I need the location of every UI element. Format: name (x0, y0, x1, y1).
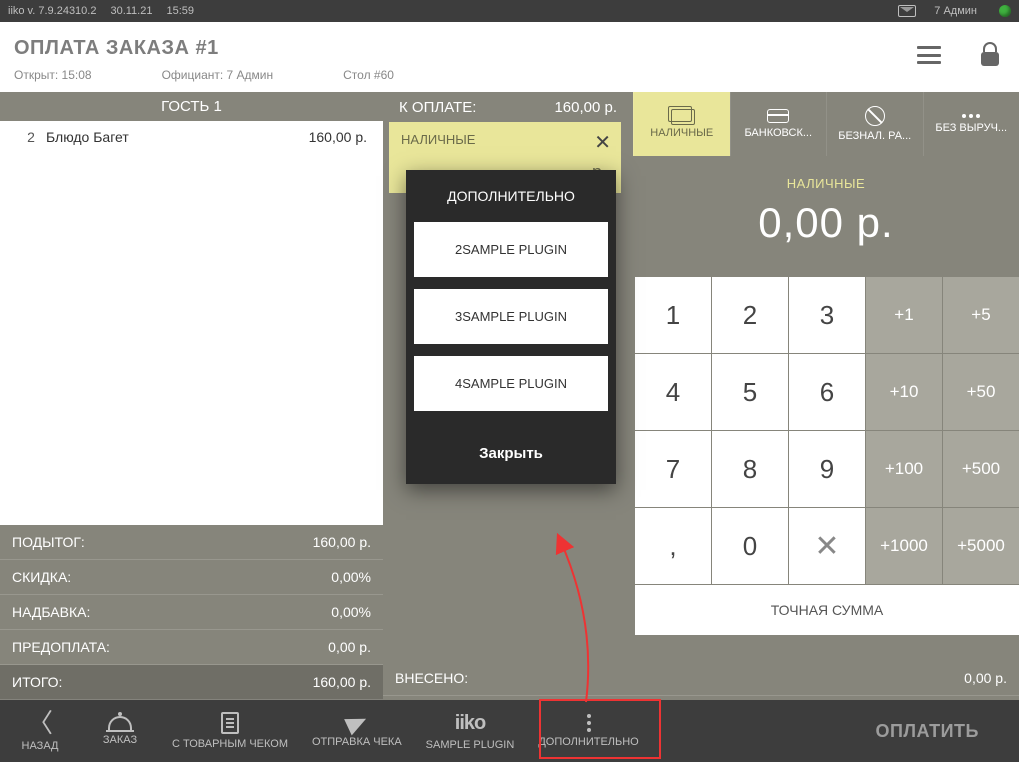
topay-label: К ОПЛАТЕ: (399, 99, 476, 116)
numeric-keypad: 1 2 3 +1 +5 4 5 6 +10 +50 7 8 9 +100 +50… (633, 277, 1019, 661)
menu-icon[interactable] (917, 46, 941, 64)
cloche-icon (108, 716, 132, 730)
key-5[interactable]: 5 (712, 354, 788, 430)
exact-amount-button[interactable]: ТОЧНАЯ СУММА (635, 585, 1019, 635)
order-items: 2 Блюдо Багет 160,00 р. (0, 121, 383, 525)
surcharge-label: НАДБАВКА: (12, 604, 90, 620)
status-date: 30.11.21 (110, 5, 152, 17)
more-button[interactable]: ДОПОЛНИТЕЛЬНО (526, 700, 650, 762)
connection-status-icon (999, 5, 1011, 17)
subtotal-value: 160,00 р. (313, 534, 371, 550)
card-icon (767, 109, 789, 123)
paytype-cash[interactable]: НАЛИЧНЫЕ (633, 92, 730, 156)
item-name: Блюдо Багет (46, 129, 287, 145)
bottom-toolbar: 〈НАЗАД ЗАКАЗ С ТОВАРНЫМ ЧЕКОМ ОТПРАВКА Ч… (0, 700, 1019, 762)
surcharge-value: 0,00% (331, 604, 371, 620)
iiko-logo-icon: iiko (455, 712, 485, 735)
more-modal: ДОПОЛНИТЕЛЬНО 2SAMPLE PLUGIN 3SAMPLE PLU… (406, 170, 616, 484)
total-value: 160,00 р. (313, 674, 371, 690)
key-plus5000[interactable]: +5000 (943, 508, 1019, 584)
lock-icon[interactable] (981, 44, 999, 66)
key-8[interactable]: 8 (712, 431, 788, 507)
key-clear[interactable]: ✕ (789, 508, 865, 584)
key-plus50[interactable]: +50 (943, 354, 1019, 430)
cash-icon (671, 109, 693, 123)
modal-close-button[interactable]: Закрыть (406, 423, 616, 484)
ban-icon (865, 106, 885, 126)
statusbar: iiko v. 7.9.24310.2 30.11.21 15:59 7 Адм… (0, 0, 1019, 22)
key-plus100[interactable]: +100 (866, 431, 942, 507)
key-plus500[interactable]: +500 (943, 431, 1019, 507)
cash-card-label: НАЛИЧНЫЕ (401, 132, 475, 147)
table-number: Стол #60 (343, 68, 394, 82)
key-comma[interactable]: , (635, 508, 711, 584)
discount-label: СКИДКА: (12, 569, 71, 585)
amount-display: НАЛИЧНЫЕ 0,00 р. (633, 156, 1019, 277)
display-value: 0,00 р. (633, 199, 1019, 247)
key-2[interactable]: 2 (712, 277, 788, 353)
order-button[interactable]: ЗАКАЗ (80, 700, 160, 762)
page-title: ОПЛАТА ЗАКАЗА #1 (14, 37, 1005, 60)
status-time: 15:59 (166, 5, 194, 17)
key-4[interactable]: 4 (635, 354, 711, 430)
paytype-more[interactable]: БЕЗ ВЫРУЧ... (923, 92, 1019, 156)
sample-plugin-button[interactable]: iikoSAMPLE PLUGIN (414, 700, 527, 762)
pay-button[interactable]: ОПЛАТИТЬ (835, 700, 1019, 762)
prepay-label: ПРЕДОПЛАТА: (12, 639, 110, 655)
modal-item-0[interactable]: 2SAMPLE PLUGIN (414, 222, 608, 277)
send-receipt-button[interactable]: ОТПРАВКА ЧЕКА (300, 700, 414, 762)
key-7[interactable]: 7 (635, 431, 711, 507)
order-item[interactable]: 2 Блюдо Багет 160,00 р. (0, 121, 383, 153)
key-0[interactable]: 0 (712, 508, 788, 584)
receipt-button[interactable]: С ТОВАРНЫМ ЧЕКОМ (160, 700, 300, 762)
key-plus5[interactable]: +5 (943, 277, 1019, 353)
prepay-value: 0,00 р. (328, 639, 371, 655)
key-3[interactable]: 3 (789, 277, 865, 353)
paytype-noncash[interactable]: БЕЗНАЛ. РА... (826, 92, 923, 156)
modal-title: ДОПОЛНИТЕЛЬНО (406, 170, 616, 222)
opened-time: Открыт: 15:08 (14, 68, 92, 82)
payment-type-tabs: НАЛИЧНЫЕ БАНКОВСК... БЕЗНАЛ. РА... БЕЗ В… (633, 92, 1019, 156)
order-summary: ПОДЫТОГ: 160,00 р. СКИДКА: 0,00% НАДБАВКА:… (0, 525, 383, 700)
discount-value: 0,00% (331, 569, 371, 585)
order-panel: ГОСТЬ 1 2 Блюдо Багет 160,00 р. ПОДЫТОГ:… (0, 92, 383, 700)
waiter-name: Официант: 7 Админ (162, 68, 274, 82)
vertical-dots-icon (587, 714, 591, 732)
paytype-card[interactable]: БАНКОВСК... (730, 92, 827, 156)
guest-tab[interactable]: ГОСТЬ 1 (0, 92, 383, 121)
back-button[interactable]: 〈НАЗАД (0, 700, 80, 762)
key-9[interactable]: 9 (789, 431, 865, 507)
key-plus1[interactable]: +1 (866, 277, 942, 353)
receipt-icon (221, 712, 239, 734)
key-1[interactable]: 1 (635, 277, 711, 353)
modal-item-1[interactable]: 3SAMPLE PLUGIN (414, 289, 608, 344)
total-label: ИТОГО: (12, 674, 62, 690)
key-plus1000[interactable]: +1000 (866, 508, 942, 584)
header: ОПЛАТА ЗАКАЗА #1 Открыт: 15:08 Официант:… (0, 22, 1019, 92)
key-6[interactable]: 6 (789, 354, 865, 430)
entered-label: ВНЕСЕНО: (395, 670, 468, 686)
topay-value: 160,00 р. (554, 99, 617, 116)
display-label: НАЛИЧНЫЕ (633, 176, 1019, 191)
key-plus10[interactable]: +10 (866, 354, 942, 430)
entered-value: 0,00 р. (964, 670, 1007, 686)
close-icon[interactable]: ✕ (594, 130, 611, 155)
dots-icon (962, 114, 980, 118)
send-icon (344, 711, 370, 736)
item-price: 160,00 р. (287, 129, 367, 145)
status-user: 7 Админ (934, 5, 977, 17)
app-version: iiko v. 7.9.24310.2 (8, 5, 96, 17)
mail-icon[interactable] (898, 5, 916, 17)
modal-item-2[interactable]: 4SAMPLE PLUGIN (414, 356, 608, 411)
item-qty: 2 (16, 129, 46, 145)
chevron-left-icon: 〈 (27, 710, 53, 736)
subtotal-label: ПОДЫТОГ: (12, 534, 85, 550)
